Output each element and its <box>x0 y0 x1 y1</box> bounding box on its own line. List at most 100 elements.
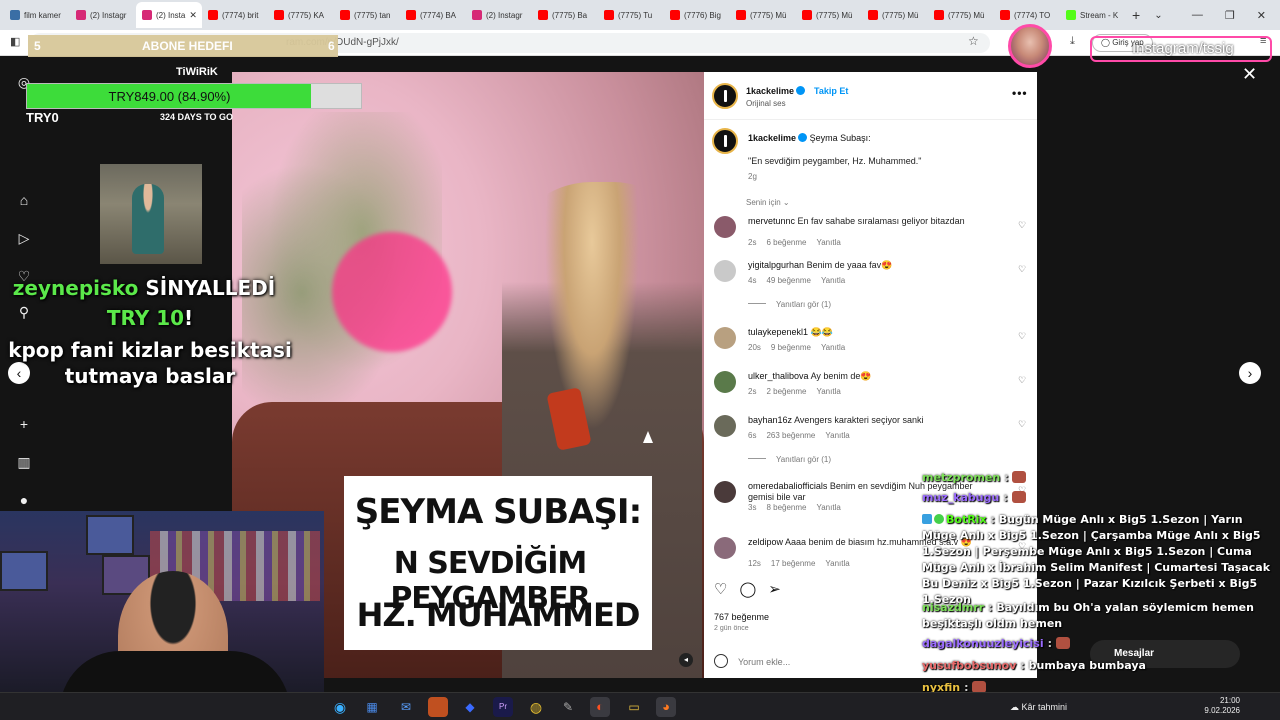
reply-button[interactable]: Yanıtla <box>816 387 840 396</box>
comment-likes[interactable]: 263 beğenme <box>766 431 815 440</box>
app-icon[interactable] <box>428 697 448 717</box>
profile-avatar-icon[interactable]: ● <box>16 492 32 508</box>
browser-tab[interactable]: (7775) tan <box>334 2 400 28</box>
follow-button[interactable]: Takip Et <box>814 86 848 96</box>
reply-button[interactable]: Yanıtla <box>816 238 840 247</box>
more-options-icon[interactable]: ••• <box>1012 86 1028 100</box>
reply-button[interactable]: Yanıtla <box>821 276 845 285</box>
firefox-icon[interactable]: ◕ <box>656 697 676 717</box>
comment-input[interactable]: Yorum ekle... <box>714 654 790 668</box>
commenter-username[interactable]: omeredabaliofficials <box>748 481 827 491</box>
comment-like-heart-icon[interactable]: ♡ <box>1018 375 1026 386</box>
comment-likes[interactable]: 9 beğenme <box>771 343 811 352</box>
comment-like-heart-icon[interactable]: ♡ <box>1018 419 1026 430</box>
reply-button[interactable]: Yanıtla <box>825 559 849 568</box>
view-replies-button[interactable]: Yanıtları gör (1) <box>748 455 831 464</box>
browser-tab[interactable]: (7775) Mü <box>928 2 994 28</box>
comment-likes[interactable]: 6 beğenme <box>766 238 806 247</box>
close-post-icon[interactable]: ✕ <box>1242 64 1257 85</box>
comment-bubble-icon[interactable]: ◯ <box>739 580 756 598</box>
browser-tab[interactable]: (7775) Tu <box>598 2 664 28</box>
like-count[interactable]: 767 beğenme <box>714 612 769 622</box>
close-window-icon[interactable]: ✕ <box>1257 9 1266 22</box>
caption-author-avatar[interactable] <box>712 128 738 154</box>
comment-like-heart-icon[interactable]: ♡ <box>1018 331 1026 342</box>
commenter-avatar[interactable] <box>714 327 736 349</box>
browser-tab[interactable]: (7775) Mü <box>862 2 928 28</box>
like-heart-icon[interactable]: ♡ <box>714 580 727 598</box>
browser-tab[interactable]: (7774) BA <box>400 2 466 28</box>
new-tab-button[interactable]: + <box>1132 7 1140 23</box>
commenter-avatar[interactable] <box>714 481 736 503</box>
browser-tab[interactable]: (7775) KA <box>268 2 334 28</box>
chat-username[interactable]: dagalkonuuzleyicisi <box>922 637 1044 650</box>
browser-tab[interactable]: (7775) Mü <box>796 2 862 28</box>
comment-like-heart-icon[interactable]: ♡ <box>1018 264 1026 275</box>
comment-like-heart-icon[interactable]: ♡ <box>1018 220 1026 231</box>
premiere-icon[interactable]: Pr <box>493 697 513 717</box>
edge-icon[interactable]: ◉ <box>330 697 350 717</box>
commenter-avatar[interactable] <box>714 216 736 238</box>
restore-icon[interactable]: ❐ <box>1225 9 1235 22</box>
comment-likes[interactable]: 8 beğenme <box>766 503 806 512</box>
chrome-icon[interactable]: ◍ <box>526 697 546 717</box>
tool-icon[interactable]: ✎ <box>558 697 578 717</box>
commenter-avatar[interactable] <box>714 415 736 437</box>
commenter-username[interactable]: bayhan16z <box>748 415 792 425</box>
tab-close-icon[interactable]: ✕ <box>189 10 197 21</box>
tab-list-chevron-icon[interactable]: ⌄ <box>1154 10 1162 21</box>
commenter-avatar[interactable] <box>714 371 736 393</box>
commenter-username[interactable]: mervetunnc <box>748 216 795 226</box>
comment-likes[interactable]: 17 beğenme <box>771 559 815 568</box>
reply-button[interactable]: Yanıtla <box>816 503 840 512</box>
emoji-icon[interactable] <box>714 654 728 668</box>
reply-button[interactable]: Yanıtla <box>821 343 845 352</box>
browser-tab[interactable]: (2) Insta ✕ <box>136 2 202 28</box>
create-plus-icon[interactable]: + <box>16 416 32 432</box>
dashboard-icon[interactable]: ▥ <box>16 454 32 470</box>
browser-tab[interactable]: film kamer <box>4 2 70 28</box>
bookmark-star-icon[interactable]: ☆ <box>968 34 979 48</box>
chat-username[interactable]: muz_kabugu <box>922 491 999 504</box>
chat-username[interactable]: BotRix <box>946 513 987 526</box>
caption-author[interactable]: 1kackelime Şeyma Subaşı: <box>748 133 871 143</box>
commenter-username[interactable]: zeldipow <box>748 537 783 547</box>
commenter-username[interactable]: tulaykepenekl1 <box>748 327 808 337</box>
commenter-avatar[interactable] <box>714 260 736 282</box>
browser-tab[interactable]: (7774) brit <box>202 2 268 28</box>
mute-icon[interactable]: ◂ <box>679 653 693 667</box>
browser-tab[interactable]: (7775) Mü <box>730 2 796 28</box>
home-icon[interactable]: ⌂ <box>16 192 32 208</box>
explorer-icon[interactable]: ▭ <box>624 697 644 717</box>
commenter-username[interactable]: ulker_thalibova <box>748 371 809 381</box>
reels-icon[interactable]: ▷ <box>16 230 32 246</box>
chat-username[interactable]: metzpromen <box>922 471 1000 484</box>
download-icon[interactable]: ⤓ <box>1070 35 1075 48</box>
author-avatar[interactable] <box>712 83 738 109</box>
tab-actions-icon[interactable]: ◧ <box>10 35 20 48</box>
obs-icon[interactable]: ◐ <box>590 697 610 717</box>
comment-likes[interactable]: 2 beğenme <box>766 387 806 396</box>
share-send-icon[interactable]: ➢ <box>768 580 781 598</box>
view-replies-button[interactable]: Yanıtları gör (1) <box>748 300 831 309</box>
commenter-username[interactable]: yigitalpgurhan <box>748 260 804 270</box>
chat-username[interactable]: yusufbobsunov <box>922 659 1016 672</box>
browser-tab[interactable]: Stream - K <box>1060 2 1126 28</box>
browser-tab[interactable]: (7776) Big <box>664 2 730 28</box>
ps-icon[interactable]: ◆ <box>460 697 480 717</box>
author-username[interactable]: 1kackelime <box>746 86 806 96</box>
taskbar-clock[interactable]: 21:00 9.02.2026 <box>1196 696 1240 716</box>
next-post-arrow-icon[interactable]: › <box>1239 362 1261 384</box>
browser-tab[interactable]: (7775) Ba <box>532 2 598 28</box>
chat-username[interactable]: nisazdmrr <box>922 601 984 614</box>
comment-sort-dropdown[interactable]: Senin için ⌄ <box>746 198 790 207</box>
browser-tab[interactable]: (2) Instagr <box>70 2 136 28</box>
comment-likes[interactable]: 49 beğenme <box>766 276 810 285</box>
mail-icon[interactable]: ✉ <box>396 697 416 717</box>
browser-tab[interactable]: (2) Instagr <box>466 2 532 28</box>
commenter-avatar[interactable] <box>714 537 736 559</box>
audio-label[interactable]: Orijinal ses <box>746 99 786 108</box>
weather-widget[interactable]: ☁ Kâr tahmini <box>1010 697 1067 717</box>
reply-button[interactable]: Yanıtla <box>825 431 849 440</box>
store-icon[interactable]: ▦ <box>362 697 382 717</box>
